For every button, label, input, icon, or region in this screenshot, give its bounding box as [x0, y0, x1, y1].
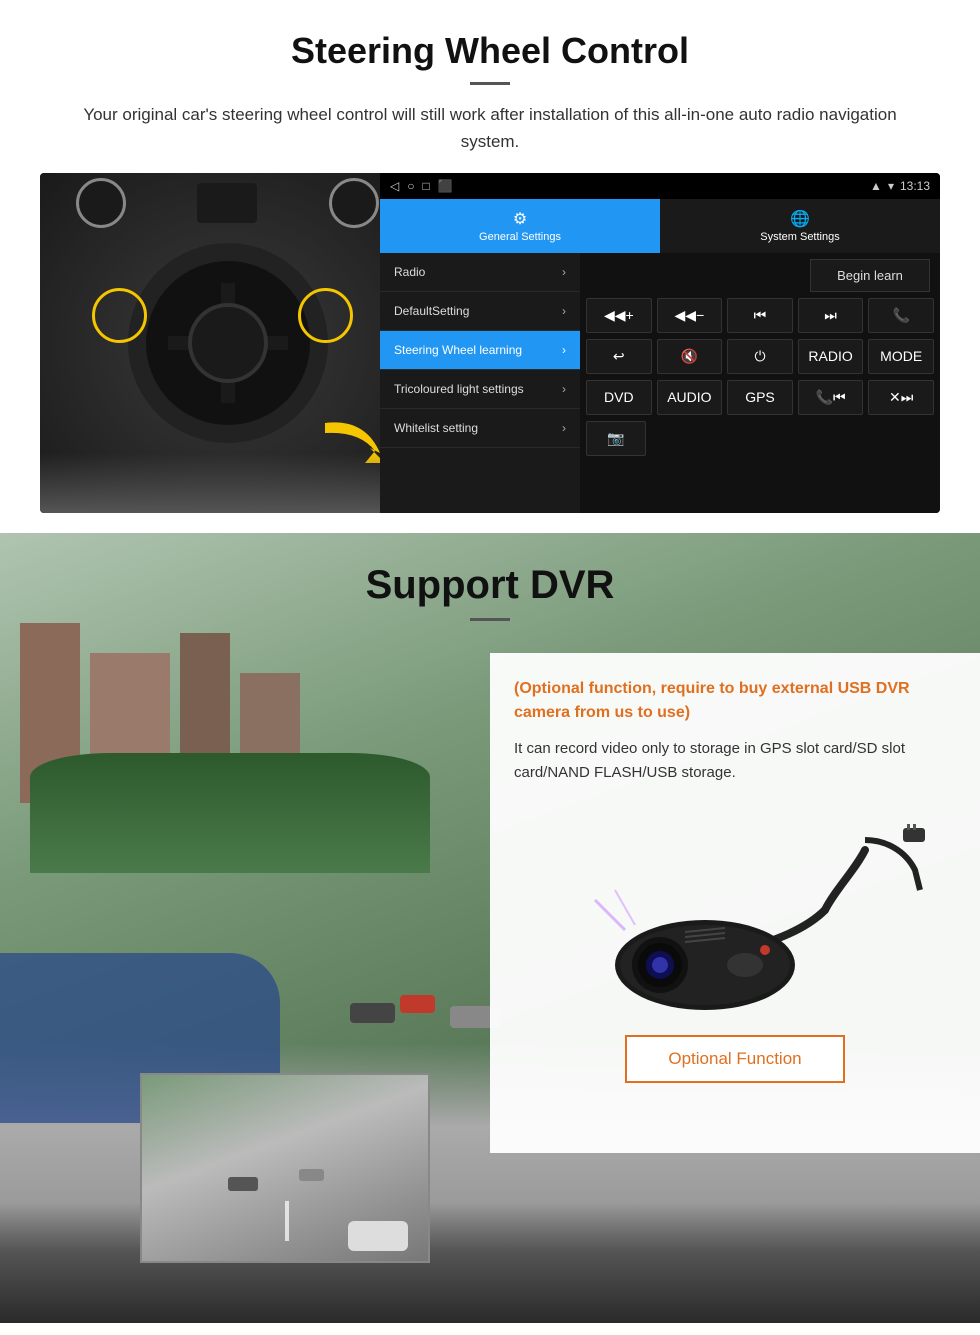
- android-content: Radio › DefaultSetting › Steering Wheel …: [380, 253, 940, 513]
- menu-item-defaultsetting[interactable]: DefaultSetting ›: [380, 292, 580, 331]
- steering-wheel-ring: [128, 243, 328, 443]
- menu-list: Radio › DefaultSetting › Steering Wheel …: [380, 253, 580, 513]
- btn-vol-up[interactable]: ◀◀+: [586, 298, 652, 333]
- gauge-right: [329, 178, 379, 228]
- android-panel: ◁ ○ □ ⬛ ▲ ▾ 13:13 ⚙ General Settings 🌐 S…: [380, 173, 940, 513]
- center-display: [197, 183, 257, 223]
- dvr-title: Support DVR: [0, 563, 980, 608]
- section1-title: Steering Wheel Control: [40, 30, 940, 72]
- btn-vol-down[interactable]: ◀◀−: [657, 298, 723, 333]
- btn-dvd[interactable]: DVD: [586, 380, 652, 415]
- dvr-screen-road-view: [142, 1075, 428, 1261]
- control-row-4: 📷: [586, 421, 934, 456]
- system-settings-icon: 🌐: [790, 209, 810, 229]
- back-icon: ◁: [390, 179, 399, 193]
- car-ui-wrapper: ◁ ○ □ ⬛ ▲ ▾ 13:13 ⚙ General Settings 🌐 S…: [40, 173, 940, 513]
- dvr-camera-image: [514, 805, 956, 1025]
- section1-description: Your original car's steering wheel contr…: [80, 101, 900, 155]
- dvr-info-box: (Optional function, require to buy exter…: [490, 653, 980, 1153]
- android-statusbar: ◁ ○ □ ⬛ ▲ ▾ 13:13: [380, 173, 940, 199]
- menu-item-whitelist[interactable]: Whitelist setting ›: [380, 409, 580, 448]
- general-settings-icon: ⚙: [513, 209, 527, 229]
- btn-mute[interactable]: 🔇: [657, 339, 723, 374]
- control-row-3: DVD AUDIO GPS 📞⏮ ✕⏭: [586, 380, 934, 415]
- btn-next[interactable]: ⏭: [798, 298, 864, 333]
- btn-radio[interactable]: RADIO: [798, 339, 864, 374]
- menu-icon: ⬛: [438, 179, 453, 193]
- title-divider: [470, 82, 510, 85]
- chevron-default: ›: [562, 304, 566, 318]
- dvr-title-divider: [470, 618, 510, 621]
- btn-mute-next[interactable]: ✕⏭: [868, 380, 934, 415]
- optional-function-button[interactable]: Optional Function: [625, 1035, 845, 1083]
- btn-mode[interactable]: MODE: [868, 339, 934, 374]
- menu-item-tricoloured[interactable]: Tricoloured light settings ›: [380, 370, 580, 409]
- recent-icon: □: [422, 179, 429, 193]
- sw-highlight-left: [92, 288, 147, 343]
- screen-lane-mark: [285, 1201, 289, 1241]
- dvr-section: Support DVR (Optional function, require …: [0, 533, 980, 1323]
- tab-general[interactable]: ⚙ General Settings: [380, 199, 660, 253]
- nav-icons: ◁ ○ □ ⬛: [390, 179, 453, 193]
- dvr-title-area: Support DVR: [0, 563, 980, 621]
- android-tabs[interactable]: ⚙ General Settings 🌐 System Settings: [380, 199, 940, 253]
- control-row-1: ◀◀+ ◀◀− ⏮ ⏭ 📞: [586, 298, 934, 333]
- btn-gps[interactable]: GPS: [727, 380, 793, 415]
- tree-hedge: [30, 753, 430, 873]
- screen-car-1: [228, 1177, 258, 1191]
- home-icon: ○: [407, 179, 414, 193]
- screen-car-2: [299, 1169, 324, 1181]
- wifi-icon: ▾: [888, 179, 894, 193]
- dashboard-bottom: [40, 453, 415, 513]
- car-photo: [40, 173, 415, 513]
- steering-wheel-section: Steering Wheel Control Your original car…: [0, 0, 980, 513]
- menu-item-steering[interactable]: Steering Wheel learning ›: [380, 331, 580, 370]
- gauge-left: [76, 178, 126, 228]
- tab-system[interactable]: 🌐 System Settings: [660, 199, 940, 253]
- dvr-description: It can record video only to storage in G…: [514, 737, 956, 785]
- btn-camera[interactable]: 📷: [586, 421, 646, 456]
- dvr-optional-title: (Optional function, require to buy exter…: [514, 677, 956, 725]
- btn-prev[interactable]: ⏮: [727, 298, 793, 333]
- camera-svg: [545, 810, 925, 1020]
- control-row-2: ↩ 🔇 ⏻ RADIO MODE: [586, 339, 934, 374]
- chevron-whitelist: ›: [562, 421, 566, 435]
- btn-audio[interactable]: AUDIO: [657, 380, 723, 415]
- chevron-radio: ›: [562, 265, 566, 279]
- begin-learn-row: Begin learn: [586, 259, 934, 292]
- sw-hub: [188, 303, 268, 383]
- control-area: Begin learn ◀◀+ ◀◀− ⏮ ⏭ 📞 ↩ 🔇 ⏻: [580, 253, 940, 513]
- btn-hangup[interactable]: ↩: [586, 339, 652, 374]
- distant-car-1: [350, 1003, 395, 1023]
- sw-highlight-right: [298, 288, 353, 343]
- gauges-bar: [40, 183, 415, 223]
- btn-phone-prev[interactable]: 📞⏮: [798, 380, 864, 415]
- time-display: 13:13: [900, 179, 930, 193]
- screen-car-white: [348, 1221, 408, 1251]
- dvr-small-screen: [140, 1073, 430, 1263]
- chevron-steering: ›: [562, 343, 566, 357]
- signal-icon: ▲: [870, 179, 882, 193]
- chevron-tricoloured: ›: [562, 382, 566, 396]
- menu-item-radio[interactable]: Radio ›: [380, 253, 580, 292]
- btn-phone[interactable]: 📞: [868, 298, 934, 333]
- distant-car-2: [400, 995, 435, 1013]
- btn-power[interactable]: ⏻: [727, 339, 793, 374]
- begin-learn-button[interactable]: Begin learn: [810, 259, 930, 292]
